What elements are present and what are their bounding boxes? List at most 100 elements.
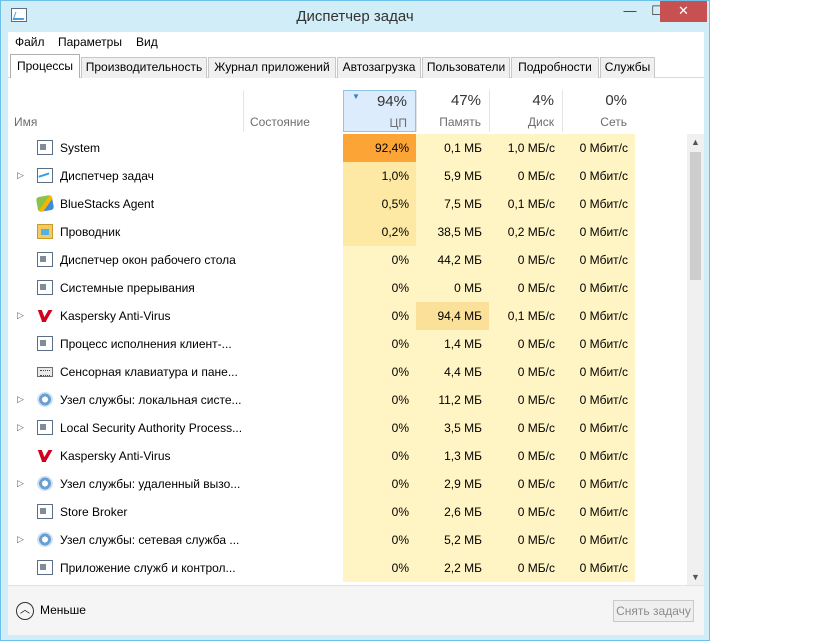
memory-value: 11,2 МБ [416,386,489,414]
table-row[interactable]: Диспетчер окон рабочего стола 0% 44,2 МБ 0 … [8,246,686,274]
table-row[interactable]: ▷ Узел службы: сетевая служба ... 0% 5,2 МБ… [8,526,686,554]
cpu-total-percent: 94% [376,93,407,110]
table-row[interactable]: Процесс исполнения клиент-... 0% 1,4 МБ 0 М… [8,330,686,358]
column-header-network[interactable]: 0% Сеть [562,90,635,132]
network-column-label: Сеть [600,115,627,129]
process-name: Процесс исполнения клиент-... [60,337,232,351]
main-content: Файл Параметры Вид Процессы Производител… [8,32,704,635]
end-task-button[interactable]: Снять задачу [613,600,694,622]
column-name-label: Имя [14,115,38,129]
memory-value: 38,5 МБ [416,218,489,246]
memory-total-percent: 47% [450,92,481,109]
keyboard-icon [37,367,53,377]
process-name: Системные прерывания [60,281,195,295]
menu-options[interactable]: Параметры [58,35,122,49]
disk-value: 0,2 МБ/с [489,218,562,246]
process-name: Проводник [60,225,121,239]
cpu-value: 0% [343,302,416,330]
close-button[interactable]: ✕ [660,1,707,22]
cpu-value: 0% [343,498,416,526]
memory-value: 94,4 МБ [416,302,489,330]
expand-arrow-icon[interactable]: ▷ [17,394,24,405]
vertical-scrollbar[interactable]: ▲ ▼ [687,134,704,585]
column-header-memory[interactable]: 47% Память [416,90,489,132]
kaspersky-icon [37,448,53,463]
disk-value: 0 МБ/с [489,414,562,442]
disk-value: 0 МБ/с [489,358,562,386]
gear-icon [37,392,53,407]
column-header-cpu[interactable]: ▼ 94% ЦП [343,90,416,132]
network-value: 0 Мбит/с [562,386,635,414]
minimize-button[interactable]: — [617,1,643,22]
network-value: 0 Мбит/с [562,358,635,386]
expand-arrow-icon[interactable]: ▷ [17,534,24,545]
table-row[interactable]: Store Broker 0% 2,6 МБ 0 МБ/с 0 Мбит/с [8,498,686,526]
network-value: 0 Мбит/с [562,554,635,582]
table-row[interactable]: ▷ Узел службы: локальная систе... 0% 11,2 М… [8,386,686,414]
chevron-up-icon[interactable]: ︿ [16,602,34,620]
table-row[interactable]: ▷ Kaspersky Anti-Virus 0% 94,4 МБ 0,1 МБ/с 0 … [8,302,686,330]
scroll-down-icon[interactable]: ▼ [691,572,700,582]
tab-details[interactable]: Подробности [511,57,599,78]
cpu-value: 0% [343,554,416,582]
network-value: 0 Мбит/с [562,414,635,442]
table-row[interactable]: Сенсорная клавиатура и пане... 0% 4,4 МБ 0 … [8,358,686,386]
expand-arrow-icon[interactable]: ▷ [17,310,24,321]
table-row[interactable]: Проводник 0,2% 38,5 МБ 0,2 МБ/с 0 Мбит/с [8,218,686,246]
process-name: Узел службы: локальная систе... [60,393,242,407]
table-row[interactable]: Системные прерывания 0% 0 МБ 0 МБ/с 0 Мбит/с [8,274,686,302]
tab-startup[interactable]: Автозагрузка [337,57,421,78]
network-value: 0 Мбит/с [562,442,635,470]
process-name: Kaspersky Anti-Virus [60,449,171,463]
table-row[interactable]: System 92,4% 0,1 МБ 1,0 МБ/с 0 Мбит/с [8,134,686,162]
network-value: 0 Мбит/с [562,526,635,554]
column-header-disk[interactable]: 4% Диск [489,90,562,132]
network-value: 0 Мбит/с [562,330,635,358]
tab-app-history[interactable]: Журнал приложений [208,57,336,78]
process-table: Имя Состояние ▼ 94% ЦП 47% Память 4% Дис… [8,78,704,585]
title-bar[interactable]: Диспетчер задач — ☐ ✕ [1,1,709,32]
column-header-status[interactable]: Состояние [243,90,343,132]
tab-users[interactable]: Пользователи [422,57,510,78]
table-row[interactable]: ▷ Узел службы: удаленный вызо... 0% 2,9 МБ 0… [8,470,686,498]
cpu-value: 0% [343,386,416,414]
table-row[interactable]: BlueStacks Agent 0,5% 7,5 МБ 0,1 МБ/с 0 Мбит… [8,190,686,218]
cpu-value: 0% [343,442,416,470]
cpu-value: 92,4% [343,134,416,162]
network-value: 0 Мбит/с [562,134,635,162]
process-name: Узел службы: сетевая служба ... [60,533,240,547]
gear-icon [37,476,53,491]
cpu-value: 0% [343,246,416,274]
expand-arrow-icon[interactable]: ▷ [17,422,24,433]
table-row[interactable]: Приложение служб и контрол... 0% 2,2 МБ 0 М… [8,554,686,582]
tab-processes[interactable]: Процессы [10,54,80,79]
explorer-icon [37,224,53,239]
system-icon [37,252,53,267]
tab-performance[interactable]: Производительность [81,57,207,78]
expand-arrow-icon[interactable]: ▷ [17,170,24,181]
process-name: System [60,141,101,155]
system-icon [37,420,53,435]
table-row[interactable]: ▷ Local Security Authority Process... 0% 3,… [8,414,686,442]
menu-file[interactable]: Файл [15,35,45,49]
column-header-name[interactable]: Имя [8,90,243,132]
network-value: 0 Мбит/с [562,274,635,302]
cpu-value: 0% [343,330,416,358]
window-title: Диспетчер задач [296,8,414,25]
tab-services[interactable]: Службы [600,57,655,78]
scroll-up-icon[interactable]: ▲ [691,137,700,147]
system-icon [37,140,53,155]
process-name: Диспетчер задач [60,169,154,183]
scroll-thumb[interactable] [690,152,701,280]
memory-value: 5,9 МБ [416,162,489,190]
table-row[interactable]: ▷ Диспетчер задач 1,0% 5,9 МБ 0 МБ/с 0 Мбит/с [8,162,686,190]
process-name: Диспетчер окон рабочего стола [60,253,236,267]
menu-view[interactable]: Вид [136,35,158,49]
disk-total-percent: 4% [532,92,554,109]
memory-value: 1,4 МБ [416,330,489,358]
fewer-details-link[interactable]: Меньше [40,603,86,617]
expand-arrow-icon[interactable]: ▷ [17,478,24,489]
table-row[interactable]: Kaspersky Anti-Virus 0% 1,3 МБ 0 МБ/с 0 Мбит… [8,442,686,470]
memory-value: 0,1 МБ [416,134,489,162]
disk-value: 0 МБ/с [489,554,562,582]
